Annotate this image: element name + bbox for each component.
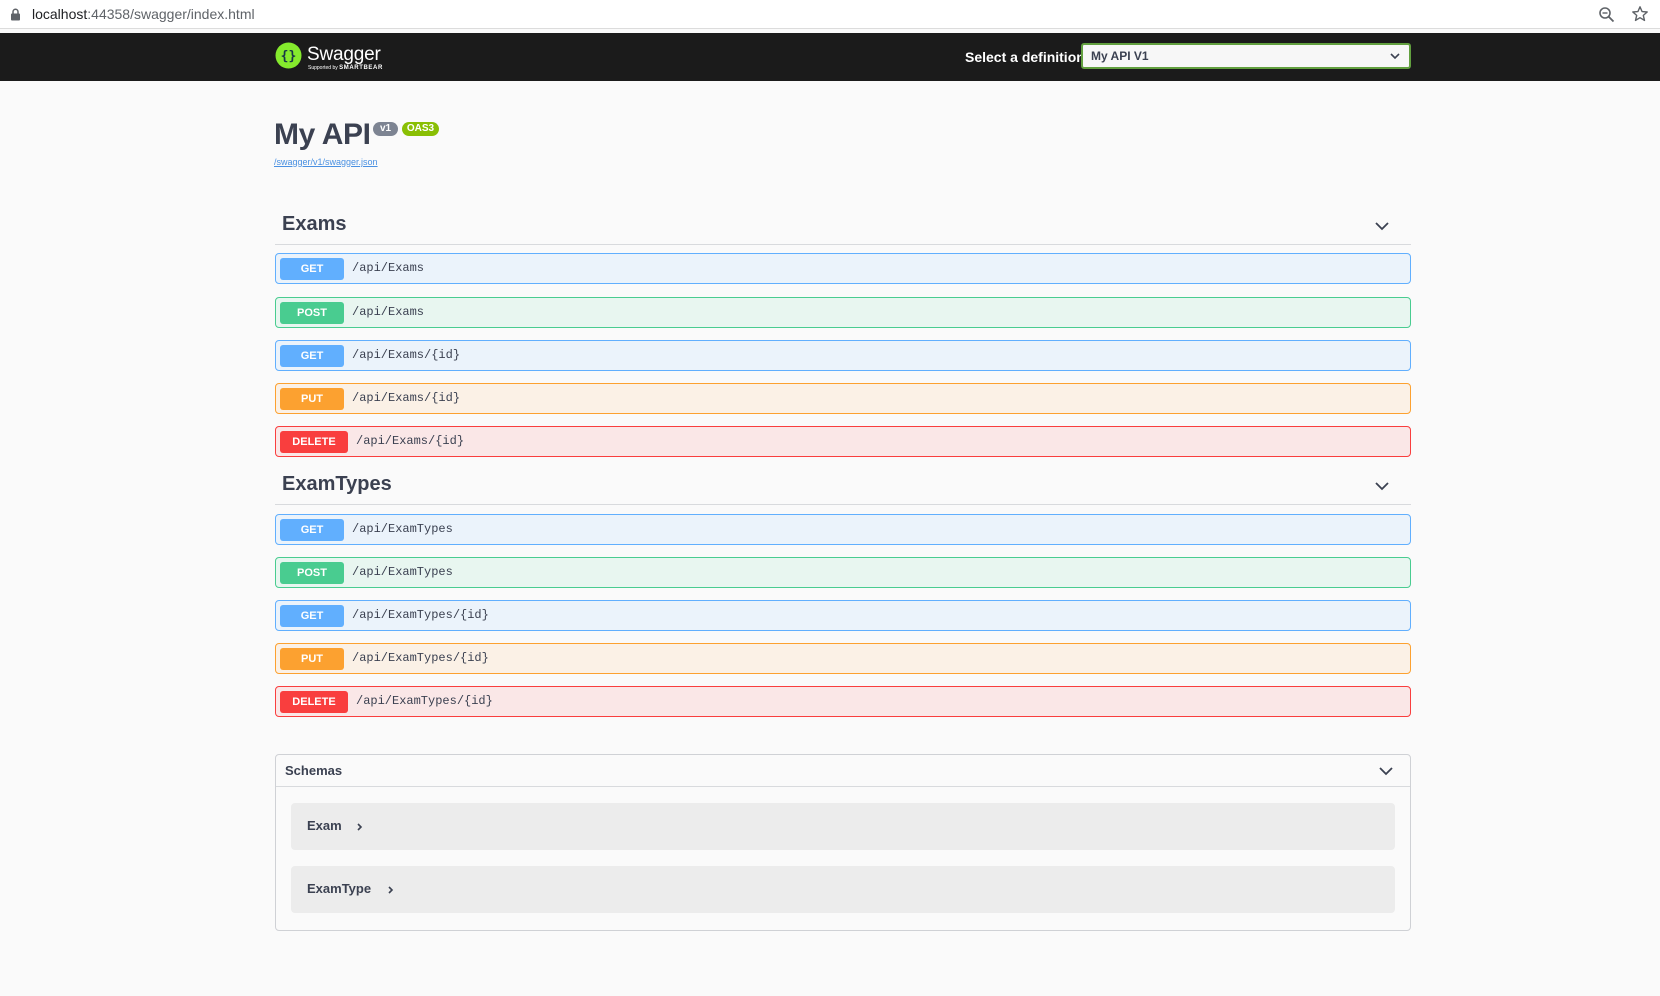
operation-path: /api/ExamTypes/{id} [356,694,493,708]
method-badge: GET [280,605,344,627]
operation-path: /api/ExamTypes [352,565,453,579]
svg-text:{}: {} [281,49,297,64]
definition-label: Select a definition [965,49,1085,65]
operation-get-examtypes[interactable]: GET /api/ExamTypes [275,514,1411,545]
method-badge: POST [280,562,344,584]
method-badge: GET [280,519,344,541]
model-name: ExamType [307,881,372,896]
chevron-down-icon [1390,53,1400,60]
zoom-icon[interactable] [1598,6,1615,23]
model-examtype[interactable]: ExamType [291,866,1395,913]
swagger-logo-icon: {} [275,42,302,69]
method-badge: GET [280,258,344,280]
operation-post-examtypes[interactable]: POST /api/ExamTypes [275,557,1411,588]
operation-path: /api/ExamTypes/{id} [352,608,489,622]
definition-select-value: My API V1 [1091,49,1149,63]
tag-name: Exams [282,213,347,235]
tag-name: ExamTypes [282,473,392,495]
schemas-title: Schemas [285,763,343,778]
swagger-logo-subtitle: Supported by SMARTBEAR [308,65,383,71]
swagger-logo[interactable]: {} Swagger Supported by SMARTBEAR [275,40,395,74]
operation-path: /api/Exams/{id} [356,434,465,448]
definition-select[interactable]: My API V1 [1081,43,1411,69]
tag-header-exams[interactable]: Exams [275,211,1411,245]
lock-icon [11,8,20,21]
swagger-topbar: {} Swagger Supported by SMARTBEAR Select… [0,33,1660,81]
logo-sub-prefix: Supported by [308,65,340,71]
chevron-down-icon [1375,222,1389,231]
operation-path: /api/ExamTypes/{id} [352,651,489,665]
method-badge: DELETE [280,431,348,453]
operation-path: /api/Exams/{id} [352,391,461,405]
operation-put-exam[interactable]: PUT /api/Exams/{id} [275,383,1411,414]
method-badge: POST [280,302,344,324]
version-badge: v1 [373,122,398,136]
operation-get-exams[interactable]: GET /api/Exams [275,253,1411,284]
url-host: localhost [32,6,88,22]
chevron-down-icon [1375,482,1389,491]
api-title: My API [274,118,371,151]
model-name: Exam [307,818,342,833]
browser-address-bar[interactable]: localhost:44358/swagger/index.html [0,0,1660,29]
method-badge: PUT [280,648,344,670]
oas-badge: OAS3 [402,122,439,136]
method-badge: PUT [280,388,344,410]
spec-url-link[interactable]: /swagger/v1/swagger.json [274,157,378,167]
chevron-down-icon [1379,767,1393,776]
logo-sub-brand: SMARTBEAR [339,65,383,71]
model-exam[interactable]: Exam [291,803,1395,850]
url-text[interactable]: localhost:44358/swagger/index.html [32,6,255,22]
operation-path: /api/Exams [352,261,425,275]
method-badge: GET [280,345,344,367]
operation-get-examtype-by-id[interactable]: GET /api/ExamTypes/{id} [275,600,1411,631]
chevron-right-icon [388,886,394,894]
schemas-section: Schemas Exam ExamType [275,754,1411,931]
tag-header-examtypes[interactable]: ExamTypes [275,471,1411,505]
method-badge: DELETE [280,691,348,713]
operation-delete-exam[interactable]: DELETE /api/Exams/{id} [275,426,1411,457]
chevron-right-icon [357,823,363,831]
operation-path: /api/ExamTypes [352,522,453,536]
star-icon[interactable] [1631,5,1649,23]
operation-path: /api/Exams/{id} [352,348,461,362]
operation-delete-examtype[interactable]: DELETE /api/ExamTypes/{id} [275,686,1411,717]
url-path: :44358/swagger/index.html [87,6,255,22]
swagger-logo-text: Swagger [307,44,381,65]
operation-put-examtype[interactable]: PUT /api/ExamTypes/{id} [275,643,1411,674]
operation-path: /api/Exams [352,305,425,319]
schemas-header[interactable]: Schemas [276,755,1410,787]
operation-post-exams[interactable]: POST /api/Exams [275,297,1411,328]
operation-get-exam-by-id[interactable]: GET /api/Exams/{id} [275,340,1411,371]
